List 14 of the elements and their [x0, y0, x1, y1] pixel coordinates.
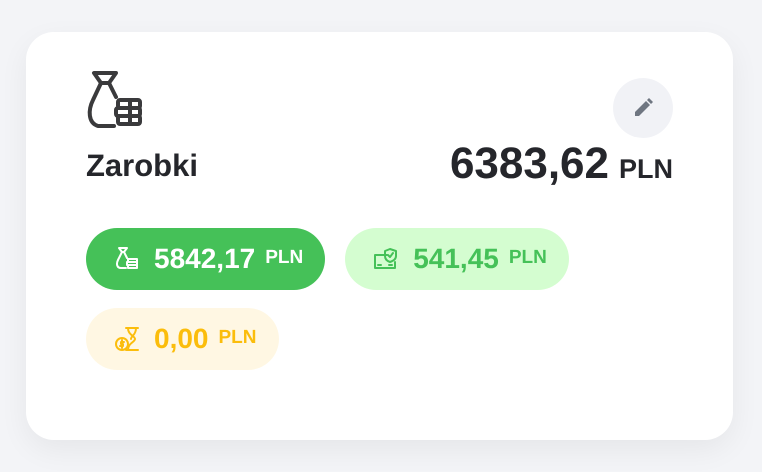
- cash-shield-icon: [373, 246, 400, 272]
- coin-hourglass-icon: [114, 326, 140, 352]
- money-bag-icon: [86, 70, 144, 130]
- card-title: Zarobki: [86, 147, 198, 185]
- amount-value: 541,45: [413, 242, 499, 276]
- total-amount: 6383,62: [450, 142, 609, 186]
- pencil-icon: [633, 98, 653, 118]
- currency-label: PLN: [218, 326, 256, 350]
- amount-value: 5842,17: [154, 242, 256, 276]
- currency-label: PLN: [619, 153, 673, 186]
- currency-label: PLN: [265, 246, 304, 270]
- amount-value: 0,00: [154, 322, 208, 356]
- currency-label: PLN: [508, 246, 547, 270]
- money-bag-icon: [114, 246, 140, 272]
